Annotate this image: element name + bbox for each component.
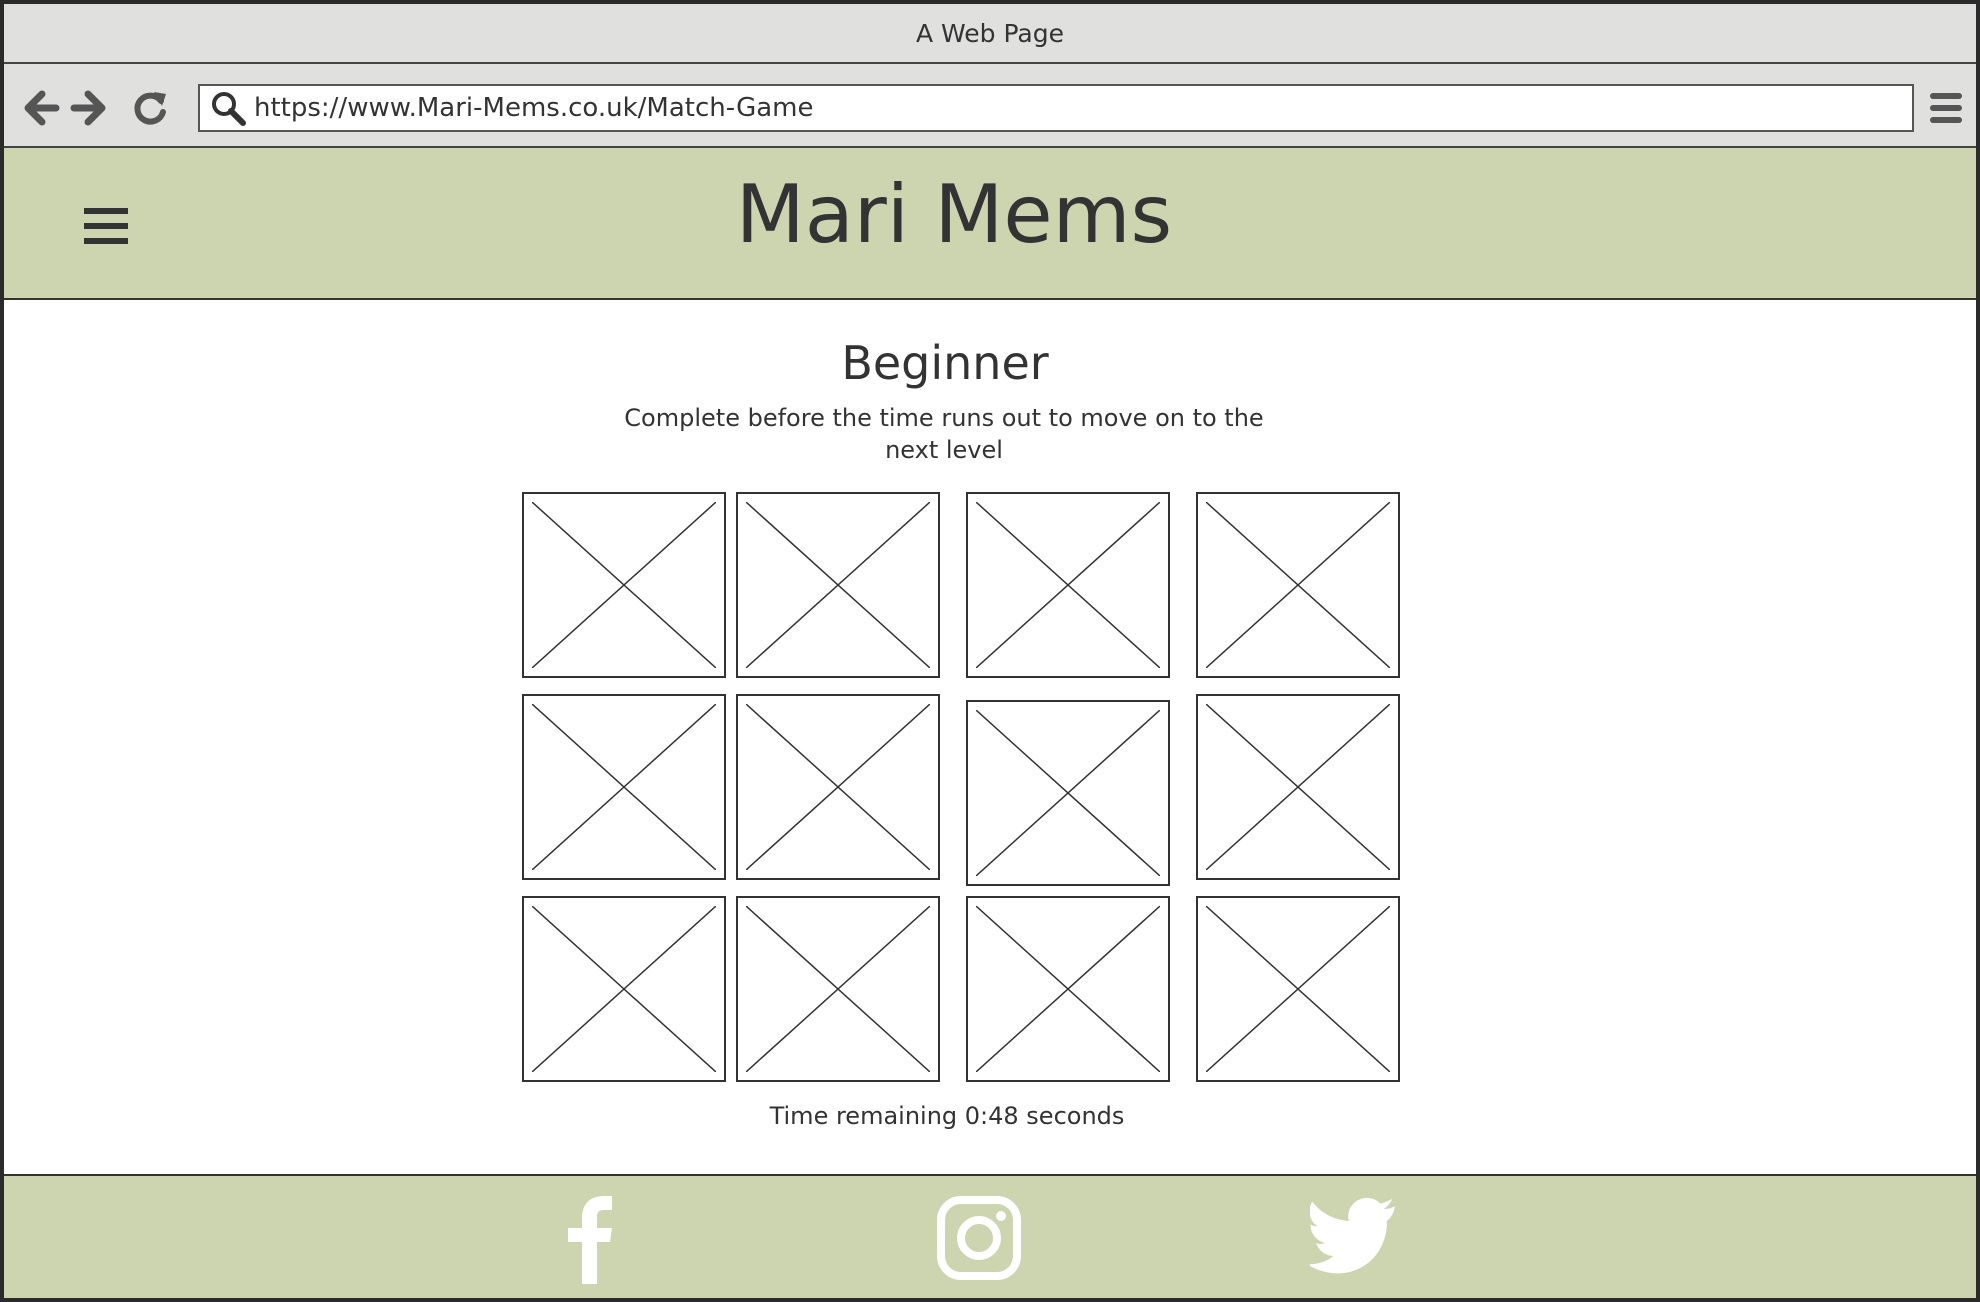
memory-card[interactable]	[966, 700, 1170, 886]
instagram-icon[interactable]	[934, 1192, 1024, 1284]
site-header: Mari Mems	[4, 148, 1976, 300]
site-title[interactable]: Mari Mems	[4, 168, 1904, 261]
window-title: A Web Page	[915, 18, 1065, 48]
memory-card[interactable]	[522, 694, 726, 880]
image-placeholder-icon	[532, 906, 716, 1072]
search-icon	[212, 92, 246, 126]
image-placeholder-icon	[1206, 906, 1390, 1072]
game-area: Beginner Complete before the time runs o…	[4, 302, 1976, 1174]
image-placeholder-icon	[1206, 502, 1390, 668]
memory-card[interactable]	[1196, 492, 1400, 678]
memory-card[interactable]	[736, 492, 940, 678]
image-placeholder-icon	[746, 502, 930, 668]
memory-card[interactable]	[736, 694, 940, 880]
level-title: Beginner	[841, 336, 1049, 390]
memory-card[interactable]	[522, 492, 726, 678]
image-placeholder-icon	[976, 502, 1160, 668]
image-placeholder-icon	[532, 502, 716, 668]
image-placeholder-icon	[1206, 704, 1390, 870]
memory-card[interactable]	[1196, 694, 1400, 880]
reload-icon[interactable]	[130, 88, 170, 128]
forward-arrow-icon[interactable]	[70, 88, 110, 128]
back-arrow-icon[interactable]	[20, 88, 60, 128]
image-placeholder-icon	[976, 710, 1160, 876]
image-placeholder-icon	[746, 906, 930, 1072]
image-placeholder-icon	[532, 704, 716, 870]
url-text: https://www.Mari-Mems.co.uk/Match-Game	[254, 93, 814, 123]
window-titlebar: A Web Page	[4, 4, 1976, 64]
timer-text: Time remaining 0:48 seconds	[769, 1102, 1125, 1130]
facebook-icon[interactable]	[544, 1192, 634, 1284]
browser-menu-icon[interactable]	[1928, 88, 1964, 128]
memory-card[interactable]	[522, 896, 726, 1082]
site-footer	[4, 1174, 1976, 1298]
address-bar[interactable]: https://www.Mari-Mems.co.uk/Match-Game	[198, 84, 1914, 132]
memory-card[interactable]	[966, 492, 1170, 678]
browser-window: A Web Page https://www.Mari-Mems.co.uk/M…	[0, 0, 1980, 1302]
browser-navbar: https://www.Mari-Mems.co.uk/Match-Game	[4, 64, 1976, 148]
twitter-icon[interactable]	[1310, 1192, 1400, 1284]
image-placeholder-icon	[746, 704, 930, 870]
memory-card[interactable]	[1196, 896, 1400, 1082]
image-placeholder-icon	[976, 906, 1160, 1072]
memory-card[interactable]	[736, 896, 940, 1082]
memory-card[interactable]	[966, 896, 1170, 1082]
instructions-text: Complete before the time runs out to mov…	[624, 404, 1264, 464]
